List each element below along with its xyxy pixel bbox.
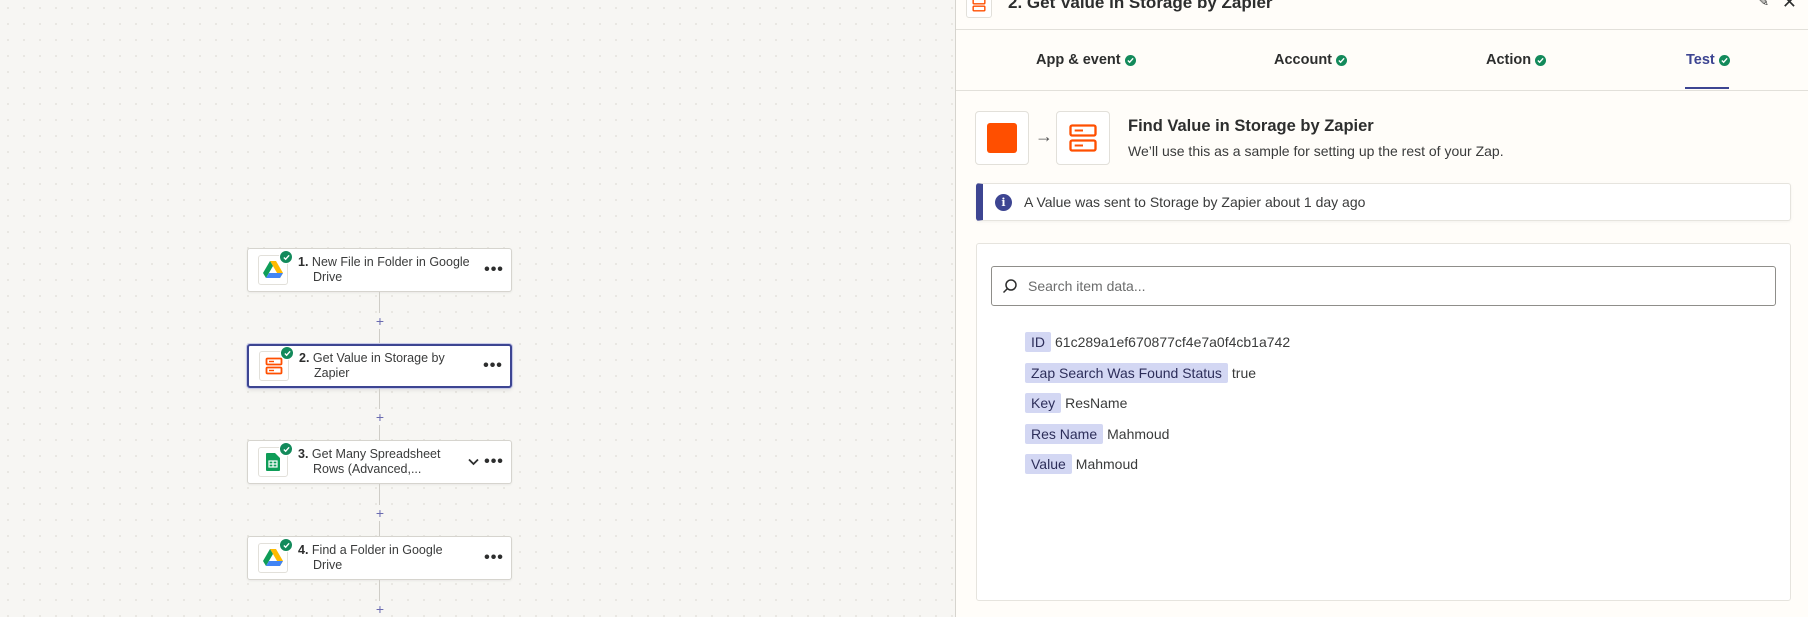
field-key[interactable]: Zap Search Was Found Status — [1025, 363, 1228, 383]
data-field-row: Res Name Mahmoud — [1025, 424, 1169, 444]
check-circle-icon — [1124, 54, 1136, 66]
step-title: Get Many Spreadsheet — [311, 447, 441, 461]
zap-canvas[interactable]: 1. New File in Folder in Google Drive ••… — [0, 0, 955, 617]
step-title: New File in Folder in Google — [311, 255, 470, 269]
arrow-right-icon: → — [1035, 126, 1053, 146]
field-key[interactable]: Value — [1025, 454, 1072, 474]
step-number: 1. — [298, 255, 309, 269]
google-sheets-icon — [258, 442, 293, 477]
summary-subtitle: We’ll use this as a sample for setting u… — [1128, 143, 1504, 159]
field-value: Mahmoud — [1075, 456, 1139, 472]
step-title-cont: Drive — [313, 558, 343, 572]
more-options-icon[interactable]: ••• — [483, 453, 505, 471]
google-drive-icon — [258, 250, 293, 285]
check-circle-icon — [1718, 54, 1730, 66]
panel-title: 2. Get Value in Storage by Zapier — [1008, 0, 1273, 12]
step-3-card[interactable]: 3. Get Many Spreadsheet Rows (Advanced,.… — [247, 440, 512, 484]
tab-label: App & event — [1036, 52, 1121, 68]
field-key[interactable]: Key — [1025, 393, 1062, 413]
step-title-cont: Zapier — [314, 366, 350, 380]
storage-icon — [259, 346, 294, 381]
add-step-button[interactable]: + — [372, 601, 388, 617]
step-title-cont: Drive — [313, 270, 343, 284]
panel-header: 2. Get Value in Storage by Zapier ✎ ✕ — [956, 0, 1808, 30]
search-field[interactable] — [991, 266, 1776, 306]
add-step-button[interactable]: + — [372, 313, 388, 329]
info-icon: i — [995, 193, 1012, 211]
step-tabs: App & event Account Action Test — [956, 30, 1808, 91]
data-field-row: Key ResName — [1025, 393, 1127, 413]
step-2-card[interactable]: 2. Get Value in Storage by Zapier ••• — [247, 344, 512, 388]
step-title-cont: Rows (Advanced,... — [313, 462, 422, 476]
step-1-card[interactable]: 1. New File in Folder in Google Drive ••… — [247, 248, 512, 292]
step-editor-panel: 2. Get Value in Storage by Zapier ✎ ✕ Ap… — [955, 0, 1808, 617]
check-icon — [279, 442, 293, 456]
check-icon — [280, 346, 294, 360]
field-value: Mahmoud — [1107, 426, 1170, 442]
step-4-card[interactable]: 4. Find a Folder in Google Drive ••• — [247, 536, 512, 580]
data-field-row: ID 61c289a1ef670877cf4e7a0f4cb1a742 — [1025, 332, 1290, 352]
step-title: Get Value in Storage by — [312, 351, 445, 365]
check-circle-icon — [1336, 54, 1347, 66]
tab-label: Test — [1686, 52, 1715, 68]
tab-label: Account — [1274, 52, 1332, 68]
more-options-icon[interactable]: ••• — [482, 357, 504, 375]
tab-test[interactable]: Test — [1686, 52, 1730, 68]
sample-data-box: ID 61c289a1ef670877cf4e7a0f4cb1a742 Zap … — [976, 243, 1791, 601]
field-value: ResName — [1065, 395, 1128, 411]
close-icon[interactable]: ✕ — [1782, 0, 1797, 13]
check-circle-icon — [1535, 54, 1547, 66]
storage-icon — [966, 0, 992, 18]
check-icon — [279, 250, 293, 264]
step-1-label: 1. New File in Folder in Google Drive — [298, 255, 483, 285]
more-options-icon[interactable]: ••• — [483, 549, 505, 567]
more-options-icon[interactable]: ••• — [483, 261, 505, 279]
field-key[interactable]: ID — [1025, 332, 1051, 352]
check-icon — [279, 538, 293, 552]
tab-action[interactable]: Action — [1486, 52, 1547, 68]
active-tab-indicator — [1685, 87, 1729, 89]
step-title: Find a Folder in Google — [311, 543, 443, 557]
step-number: 3. — [298, 447, 309, 461]
search-input[interactable] — [1026, 277, 1760, 295]
step-2-label: 2. Get Value in Storage by Zapier — [299, 351, 482, 381]
chevron-down-icon[interactable] — [465, 455, 481, 469]
step-4-label: 4. Find a Folder in Google Drive — [298, 543, 483, 573]
search-icon — [1002, 279, 1017, 294]
tab-account[interactable]: Account — [1274, 52, 1347, 68]
field-key[interactable]: Res Name — [1025, 424, 1104, 444]
tab-label: Action — [1486, 52, 1532, 68]
step-3-label: 3. Get Many Spreadsheet Rows (Advanced,.… — [298, 447, 465, 477]
field-value: true — [1231, 365, 1257, 381]
tab-app-event[interactable]: App & event — [1036, 52, 1136, 68]
app-icon — [975, 111, 1029, 165]
info-banner: i A Value was sent to Storage by Zapier … — [976, 183, 1791, 221]
step-number: 2. — [299, 351, 310, 365]
summary-title: Find Value in Storage by Zapier — [1128, 117, 1374, 135]
storage-icon — [1056, 111, 1110, 165]
add-step-button[interactable]: + — [372, 409, 388, 425]
field-value: 61c289a1ef670877cf4e7a0f4cb1a742 — [1055, 334, 1291, 350]
data-field-row: Zap Search Was Found Status true — [1025, 363, 1256, 383]
data-field-row: Value Mahmoud — [1025, 454, 1138, 474]
google-drive-icon — [258, 538, 293, 573]
edit-icon[interactable]: ✎ — [1758, 0, 1769, 10]
info-text: A Value was sent to Storage by Zapier ab… — [1024, 194, 1366, 210]
add-step-button[interactable]: + — [372, 505, 388, 521]
step-number: 4. — [298, 543, 309, 557]
